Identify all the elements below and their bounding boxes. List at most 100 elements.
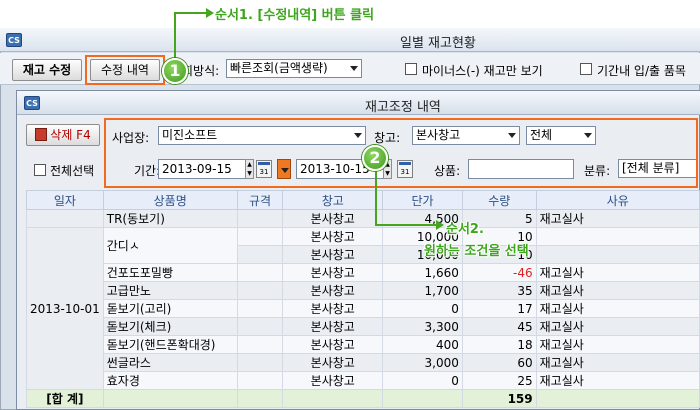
price-cell: 3,300 xyxy=(382,317,463,336)
table-row[interactable]: 2013-10-01 간디ㅅ 본사창고 10,000 10 xyxy=(26,227,700,390)
product-cell: 건포도포밀빵 xyxy=(102,263,238,282)
product-cell: 돋보기(고리) xyxy=(102,299,238,318)
spec-cell xyxy=(236,281,284,300)
warehouse-cell: 본사창고 xyxy=(282,263,384,282)
column-header-price[interactable]: 단가 xyxy=(382,190,463,210)
qty-cell: 35 xyxy=(461,281,537,300)
column-header-product[interactable]: 상품명 xyxy=(102,190,238,210)
warehouse-cell: 본사창고 xyxy=(282,209,384,228)
price-cell: 400 xyxy=(382,335,463,354)
qty-cell: -46 xyxy=(461,263,537,282)
product-cell: 썬글라스 xyxy=(102,353,238,372)
annotation-arrow-icon xyxy=(436,220,444,230)
reason-cell: 재고실사 xyxy=(535,209,700,228)
spec-cell xyxy=(236,371,284,390)
product-cell: TR(동보기) xyxy=(102,209,238,228)
spec-cell xyxy=(236,299,284,318)
column-header-qty[interactable]: 수량 xyxy=(461,190,537,210)
table-row[interactable]: 효자경 본사창고 0 25 재고실사 xyxy=(27,371,700,390)
product-cell: 효자경 xyxy=(102,371,238,390)
step2-annotation-text: 원하는 조건을 선택 xyxy=(424,244,529,259)
column-header-spec[interactable]: 규격 xyxy=(236,190,284,210)
dialog-title: 재고조정 내역 xyxy=(365,100,441,115)
warehouse-cell: 본사창고 xyxy=(282,281,384,300)
qty-cell: 18 xyxy=(461,335,537,354)
warehouse-cell: 본사창고 xyxy=(282,353,384,372)
qty-cell: 17 xyxy=(461,299,537,318)
step1-annotation: 순서1. [수정내역] 버튼 클릭 xyxy=(215,8,375,23)
annotation-line xyxy=(174,12,208,14)
table-row[interactable]: 썬글라스 본사창고 3,000 60 재고실사 xyxy=(27,353,700,372)
spec-cell xyxy=(236,263,284,282)
annotation-line xyxy=(375,224,437,226)
inventory-edit-button[interactable]: 재고 수정 xyxy=(12,59,82,81)
grid-header-row: 일자 상품명 규격 창고 단가 수량 사유 xyxy=(26,190,700,210)
dialog-titlebar xyxy=(17,91,700,115)
total-qty: 159 xyxy=(461,389,537,408)
spec-cell xyxy=(236,227,284,246)
spec-cell xyxy=(236,245,284,264)
spec-cell xyxy=(236,353,284,372)
reason-cell: 재고실사 xyxy=(535,371,700,390)
table-row[interactable]: 고급만노 본사창고 1,700 35 재고실사 xyxy=(27,281,700,300)
column-header-date[interactable]: 일자 xyxy=(26,190,104,210)
price-cell: 1,660 xyxy=(382,263,463,282)
qty-cell: 45 xyxy=(461,317,537,336)
chevron-down-icon xyxy=(350,66,358,71)
spec-cell xyxy=(236,317,284,336)
table-row[interactable]: 건포도포밀빵 본사창고 1,660 -46 재고실사 xyxy=(27,263,700,282)
table-row[interactable]: 돋보기(핸드폰확대경) 본사창고 400 18 재고실사 xyxy=(27,335,700,354)
reason-cell: 재고실사 xyxy=(535,353,700,372)
step2-badge: 2 xyxy=(362,145,388,171)
period-items-checkbox[interactable] xyxy=(580,63,592,75)
warehouse-cell: 본사창고 xyxy=(282,371,384,390)
annotation-line xyxy=(174,12,176,58)
warehouse-cell: 본사창고 xyxy=(282,317,384,336)
minus-only-checkbox[interactable] xyxy=(405,63,417,75)
column-header-warehouse[interactable]: 창고 xyxy=(282,190,384,210)
column-header-reason[interactable]: 사유 xyxy=(535,190,700,210)
cs-app-icon: CS xyxy=(24,96,40,110)
table-row[interactable]: 돋보기(고리) 본사창고 0 17 재고실사 xyxy=(27,299,700,318)
reason-cell: 재고실사 xyxy=(535,263,700,282)
period-items-label: 기간내 입/출 품목 xyxy=(597,64,686,78)
edit-history-highlight xyxy=(85,55,165,85)
spec-cell xyxy=(236,209,284,228)
step2-annotation-title: 순서2. xyxy=(446,222,484,237)
reason-cell: 재고실사 xyxy=(535,317,700,336)
qty-cell: 25 xyxy=(461,371,537,390)
warehouse-cell: 본사창고 xyxy=(282,299,384,318)
price-cell: 3,000 xyxy=(382,353,463,372)
cs-app-icon: CS xyxy=(6,33,22,47)
annotation-line xyxy=(375,170,377,225)
table-row[interactable]: TR(동보기) 본사창고 4,500 5 재고실사 xyxy=(26,209,700,228)
table-row[interactable]: 돋보기(체크) 본사창고 3,300 45 재고실사 xyxy=(27,317,700,336)
delete-button-label: 삭제 F4 xyxy=(50,128,91,142)
delete-button[interactable]: 삭제 F4 xyxy=(26,124,100,146)
product-cell: 고급만노 xyxy=(102,281,238,300)
main-window-title: 일별 재고현황 xyxy=(400,36,476,51)
product-cell: 간디ㅅ xyxy=(102,227,238,264)
step1-badge: 1 xyxy=(162,58,188,84)
mode-select-value: 빠른조회(금액생략) xyxy=(230,61,328,75)
select-all-checkbox[interactable] xyxy=(34,164,46,176)
reason-cell: 재고실사 xyxy=(535,299,700,318)
warehouse-cell: 본사창고 xyxy=(282,335,384,354)
filter-conditions-highlight xyxy=(104,118,698,188)
main-titlebar xyxy=(0,28,700,52)
price-cell: 0 xyxy=(382,299,463,318)
qty-cell: 60 xyxy=(461,353,537,372)
price-cell: 1,700 xyxy=(382,281,463,300)
total-label: [합 계] xyxy=(26,389,104,408)
price-cell: 0 xyxy=(382,371,463,390)
annotation-arrow-icon xyxy=(206,8,214,18)
reason-cell xyxy=(535,245,700,264)
total-row: [합 계] 159 xyxy=(26,389,700,408)
product-cell: 돋보기(체크) xyxy=(102,317,238,336)
select-all-label: 전체선택 xyxy=(50,164,95,178)
reason-cell: 재고실사 xyxy=(535,335,700,354)
date-group-cell: 2013-10-01 xyxy=(26,227,104,390)
mode-select[interactable]: 빠른조회(금액생략) xyxy=(226,59,362,78)
reason-cell: 재고실사 xyxy=(535,281,700,300)
reason-cell xyxy=(535,227,700,246)
